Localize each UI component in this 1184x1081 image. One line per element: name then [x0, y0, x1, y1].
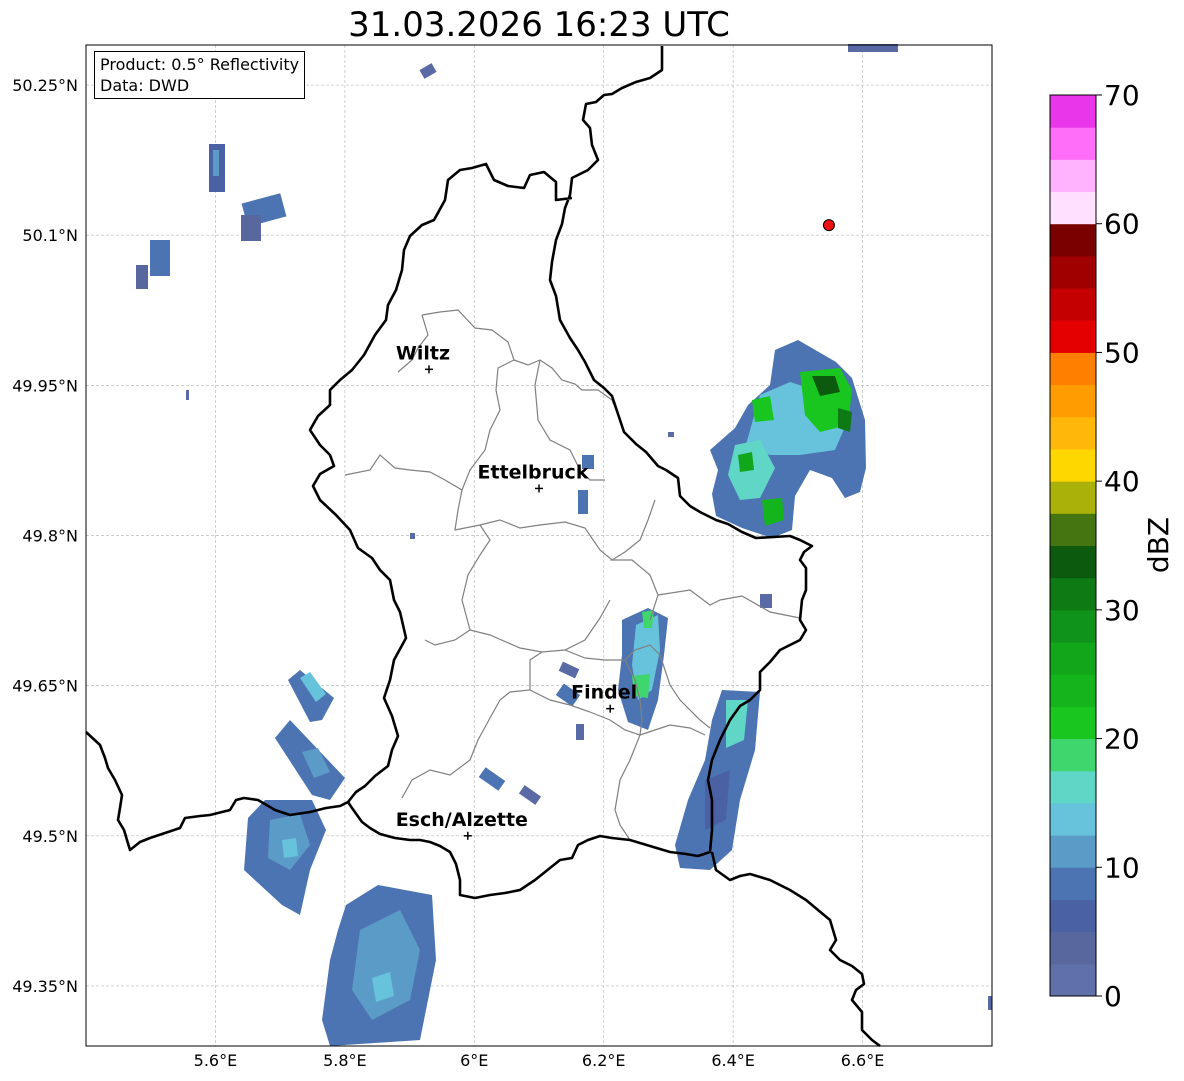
- lat-tick-label: 49.65°N: [12, 677, 78, 696]
- echo-cell: [150, 240, 170, 276]
- echo-cell: [410, 533, 415, 539]
- echo-cell: [578, 490, 588, 514]
- echo-cell: [186, 390, 189, 400]
- echo-cell: [136, 265, 148, 289]
- city-label: Wiltz: [396, 342, 450, 364]
- echo-cell: [282, 838, 298, 858]
- lon-tick-label: 6°E: [460, 1051, 488, 1070]
- lat-tick-label: 49.8°N: [22, 526, 78, 545]
- lon-tick-label: 5.6°E: [194, 1051, 238, 1070]
- lon-tick-label: 6.2°E: [582, 1051, 626, 1070]
- info-box: Product: 0.5° Reflectivity Data: DWD: [94, 51, 306, 99]
- radar-site-marker[interactable]: [822, 219, 835, 232]
- city-label: Findel: [571, 682, 637, 704]
- map-background: [86, 45, 992, 1046]
- lon-tick-label: 6.4°E: [711, 1051, 755, 1070]
- radar-map[interactable]: Wiltz Ettelbruck Findel Esch/Alzette 5.6°E 5…: [0, 0, 1184, 1081]
- lon-tick-label: 6.6°E: [841, 1051, 885, 1070]
- city-label: Esch/Alzette: [396, 809, 528, 831]
- echo-cell: [213, 150, 219, 176]
- echo-cell: [760, 594, 772, 608]
- data-source-label: Data: DWD: [100, 76, 190, 95]
- lat-tick-label: 50.25°N: [12, 76, 78, 95]
- city-label: Ettelbruck: [478, 461, 589, 483]
- echo-cell: [988, 996, 992, 1010]
- echo-cell: [576, 724, 584, 740]
- lat-tick-label: 49.95°N: [12, 376, 78, 395]
- product-label: Product: 0.5° Reflectivity: [100, 55, 300, 74]
- echo-cell: [668, 432, 674, 437]
- lon-tick-label: 5.8°E: [323, 1051, 367, 1070]
- lat-tick-label: 50.1°N: [22, 226, 78, 245]
- echo-cell: [838, 408, 852, 432]
- echo-cell: [241, 215, 261, 241]
- lat-tick-label: 49.35°N: [12, 977, 78, 996]
- lat-tick-label: 49.5°N: [22, 827, 78, 846]
- echo-cell: [738, 452, 754, 472]
